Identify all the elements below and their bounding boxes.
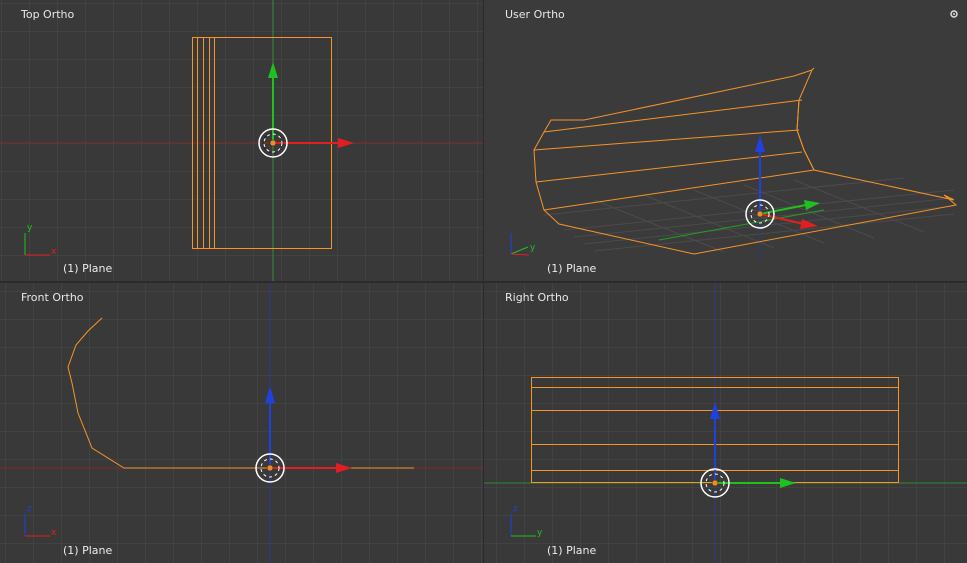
active-object-label: (1) Plane [547,544,597,557]
user-ortho-canvas: y [510,67,958,260]
gizmo-y-label: y [537,528,543,538]
viewport-user-ortho[interactable]: y User Ortho (1) Plane [484,0,967,281]
axis-gizmo: z x [24,504,57,538]
floor-grid [543,177,955,253]
viewport-title: Top Ortho [21,8,75,21]
axis-gizmo: y [510,233,536,256]
viewport-title: Right Ortho [505,291,569,304]
transform-manipulator[interactable] [745,135,820,229]
viewport-front-ortho[interactable]: z x Front Ortho (1) Plane [0,283,483,563]
gizmo-x-label: x [51,247,57,257]
gizmo-z-label: z [513,504,518,514]
viewport-top-ortho[interactable]: y x Top Ortho (1) Plane [0,0,483,281]
viewport-title: User Ortho [505,8,565,21]
gizmo-x-label: x [51,528,57,538]
gizmo-z-label: z [27,504,32,514]
axis-gizmo: z y [510,504,543,538]
active-object-label: (1) Plane [547,262,597,275]
axis-gizmo: y x [24,223,57,257]
gear-icon[interactable] [950,10,958,18]
curve-profile[interactable] [67,317,414,469]
active-object-label: (1) Plane [63,262,113,275]
viewport-right-ortho[interactable]: z y Right Ortho (1) Plane [484,283,967,563]
gizmo-y-label: y [27,223,33,233]
right-ortho-canvas: z y [484,283,967,563]
active-object-label: (1) Plane [63,544,113,557]
transform-manipulator[interactable] [258,62,354,158]
front-ortho-canvas: z x [0,283,483,563]
transform-manipulator[interactable] [255,386,352,483]
top-ortho-canvas: y x [0,0,483,281]
gizmo-y-label: y [530,243,536,253]
viewport-title: Front Ortho [21,291,84,304]
transform-manipulator[interactable] [700,402,796,498]
